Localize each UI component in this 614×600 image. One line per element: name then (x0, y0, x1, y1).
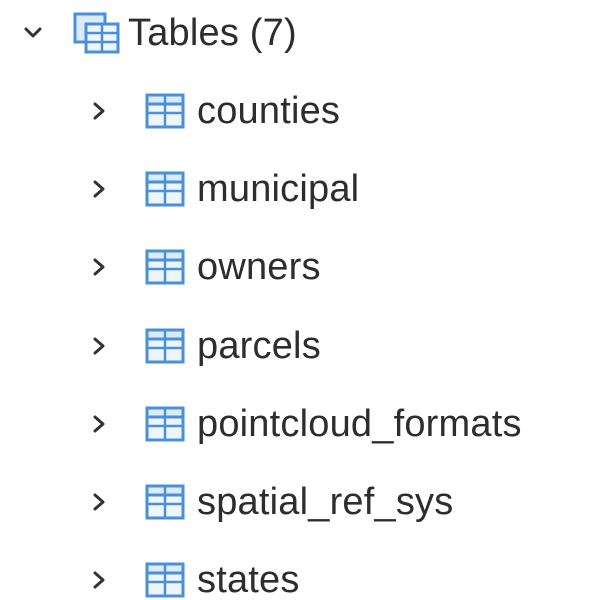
tree-node-label: pointcloud_formats (197, 403, 522, 445)
chevron-right-icon[interactable] (88, 100, 110, 122)
chevron-right-icon[interactable] (88, 491, 110, 513)
tree-node-label: parcels (197, 325, 321, 367)
table-icon (144, 245, 198, 289)
chevron-right-icon[interactable] (88, 178, 110, 200)
tree-node-table-spatial-ref-sys[interactable]: spatial_ref_sys (88, 474, 453, 530)
tree-node-label: states (197, 559, 300, 600)
chevron-right-icon[interactable] (88, 413, 110, 435)
table-icon (144, 324, 198, 368)
chevron-right-icon[interactable] (88, 256, 110, 278)
tree-node-label: spatial_ref_sys (197, 481, 454, 523)
tree-node-label: municipal (197, 168, 360, 210)
tree-node-table-counties[interactable]: counties (88, 83, 340, 139)
chevron-down-icon[interactable] (22, 22, 44, 44)
chevron-right-icon[interactable] (88, 335, 110, 357)
tree-node-label: counties (197, 90, 341, 132)
table-icon (144, 402, 198, 446)
table-icon (144, 167, 198, 211)
table-icon (144, 89, 198, 133)
tree-node-label: Tables (7) (128, 12, 297, 54)
object-explorer-tree: Tables (7) counties municipal owners par… (0, 0, 614, 600)
table-icon (144, 558, 198, 600)
chevron-right-icon[interactable] (88, 569, 110, 591)
tree-node-table-pointcloud-formats[interactable]: pointcloud_formats (88, 396, 522, 452)
tree-node-table-states[interactable]: states (88, 552, 300, 600)
tables-icon (72, 11, 134, 55)
tree-node-label: owners (197, 246, 321, 288)
tree-node-tables[interactable]: Tables (7) (22, 5, 297, 61)
tree-node-table-municipal[interactable]: municipal (88, 161, 359, 217)
tree-node-table-parcels[interactable]: parcels (88, 318, 321, 374)
tree-node-table-owners[interactable]: owners (88, 239, 321, 295)
table-icon (144, 480, 198, 524)
